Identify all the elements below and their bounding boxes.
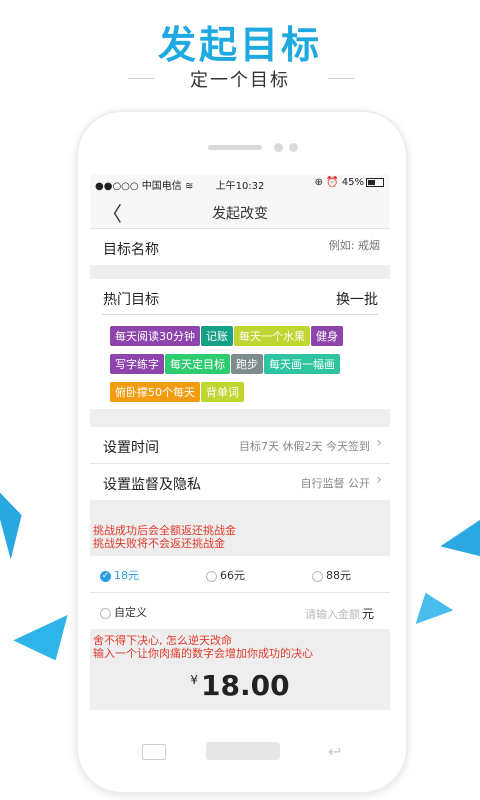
divider	[102, 314, 378, 315]
amount-value: 18.00	[201, 669, 290, 702]
goal-name-row[interactable]: 目标名称	[90, 229, 390, 265]
custom-amount-radio[interactable]: 自定义	[100, 604, 147, 620]
hot-goal-tags: 每天阅读30分钟 记账 每天一个水果 健身写字练字 每天定目标 跑步 每天画一幅画俯卧撑50…	[90, 315, 390, 409]
radio-icon	[100, 607, 111, 619]
hot-goal-tag[interactable]: 健身	[311, 326, 343, 346]
battery-icon	[366, 177, 384, 187]
set-time-label: 设置时间	[103, 440, 159, 456]
hero-subtitle: 定一个目标	[190, 70, 290, 91]
hot-goal-tag[interactable]: 背单词	[201, 382, 244, 402]
notice-line: 输入一个让你肉痛的数字会增加你成功的决心	[93, 647, 313, 660]
swap-batch-button[interactable]: 换一批	[336, 289, 378, 309]
chevron-right-icon: ›	[376, 472, 382, 488]
decor-triangle	[13, 615, 83, 673]
nav-bar: 〈 发起改变	[90, 194, 390, 229]
hero-subtitle-wrap: 定一个目标	[0, 66, 480, 91]
set-time-value: 目标7天 休假2天 今天签到	[239, 440, 370, 453]
amount-option[interactable]: ✓ 18元	[100, 567, 139, 583]
decor-triangle	[0, 476, 32, 560]
set-privacy-label: 设置监督及隐私	[103, 477, 201, 493]
notice-line: 挑战成功后会全额返还挑战金	[93, 524, 236, 537]
hot-goal-tag[interactable]: 跑步	[231, 354, 263, 374]
hot-goal-tag[interactable]: 俯卧撑50个每天	[110, 382, 200, 402]
menu-icon	[142, 744, 166, 760]
phone-camera	[274, 143, 283, 152]
decor-triangle	[436, 515, 480, 569]
set-privacy-value: 自行监督 公开	[300, 477, 371, 490]
amount-option[interactable]: 66元	[206, 567, 245, 583]
goal-name-input[interactable]	[258, 238, 382, 253]
status-right: ⊕ ⏰ 45%	[315, 177, 384, 188]
chevron-right-icon: ›	[376, 435, 382, 451]
hot-goal-tag[interactable]: 每天画一幅画	[264, 354, 340, 374]
phone-sensor	[289, 143, 298, 152]
home-button	[206, 742, 280, 760]
set-time-row[interactable]: 设置时间 目标7天 休假2天 今天签到 ›	[90, 427, 390, 463]
amount-options: ✓ 18元 66元 88元	[90, 556, 390, 592]
radio-icon	[312, 570, 323, 582]
hot-goal-tag[interactable]: 每天一个水果	[234, 326, 310, 346]
status-bar: ●●○○○ 中国电信 ≋ 上午10:32 ⊕ ⏰ 45%	[90, 174, 390, 194]
custom-amount-row: 自定义 请输入金额 元	[90, 593, 390, 629]
custom-amount-input[interactable]: 请输入金额	[305, 606, 360, 622]
hot-goal-tag[interactable]: 记账	[201, 326, 233, 346]
section-gap	[90, 409, 390, 427]
hot-goal-tag[interactable]: 写字练字	[110, 354, 164, 374]
motivation-notice: 舍不得下决心, 怎么逆天改命 输入一个让你肉痛的数字会增加你成功的决心 ¥18.…	[90, 629, 390, 710]
notice-line: 挑战失败将不会返还挑战金	[93, 537, 225, 550]
hot-goals-label: 热门目标	[103, 292, 159, 308]
section-gap	[90, 265, 390, 279]
page-title: 发起改变	[212, 206, 268, 222]
decor-triangle	[406, 585, 454, 625]
challenge-notice: 挑战成功后会全额返还挑战金 挑战失败将不会返还挑战金	[90, 500, 390, 556]
check-icon: ✓	[100, 570, 111, 582]
hot-goal-tag[interactable]: 每天定目标	[165, 354, 230, 374]
hot-goals-header: 热门目标 换一批	[90, 279, 390, 315]
hot-goal-tag[interactable]: 每天阅读30分钟	[110, 326, 200, 346]
set-privacy-row[interactable]: 设置监督及隐私 自行监督 公开 ›	[90, 464, 390, 500]
currency-unit: 元	[361, 607, 374, 621]
return-icon: ↩	[328, 742, 342, 761]
currency-symbol: ¥	[190, 673, 199, 687]
goal-name-label: 目标名称	[103, 242, 159, 258]
app-screen: ●●○○○ 中国电信 ≋ 上午10:32 ⊕ ⏰ 45% 〈 发起改变 目标名称…	[90, 174, 390, 710]
divider-right	[328, 78, 354, 79]
phone-speaker	[208, 145, 262, 150]
amount-option[interactable]: 88元	[312, 567, 351, 583]
notice-line: 舍不得下决心, 怎么逆天改命	[93, 634, 232, 647]
phone-frame: ●●○○○ 中国电信 ≋ 上午10:32 ⊕ ⏰ 45% 〈 发起改变 目标名称…	[78, 112, 406, 792]
radio-icon	[206, 570, 217, 582]
hero-title: 发起目标	[157, 23, 322, 67]
total-amount: ¥18.00	[90, 669, 390, 702]
